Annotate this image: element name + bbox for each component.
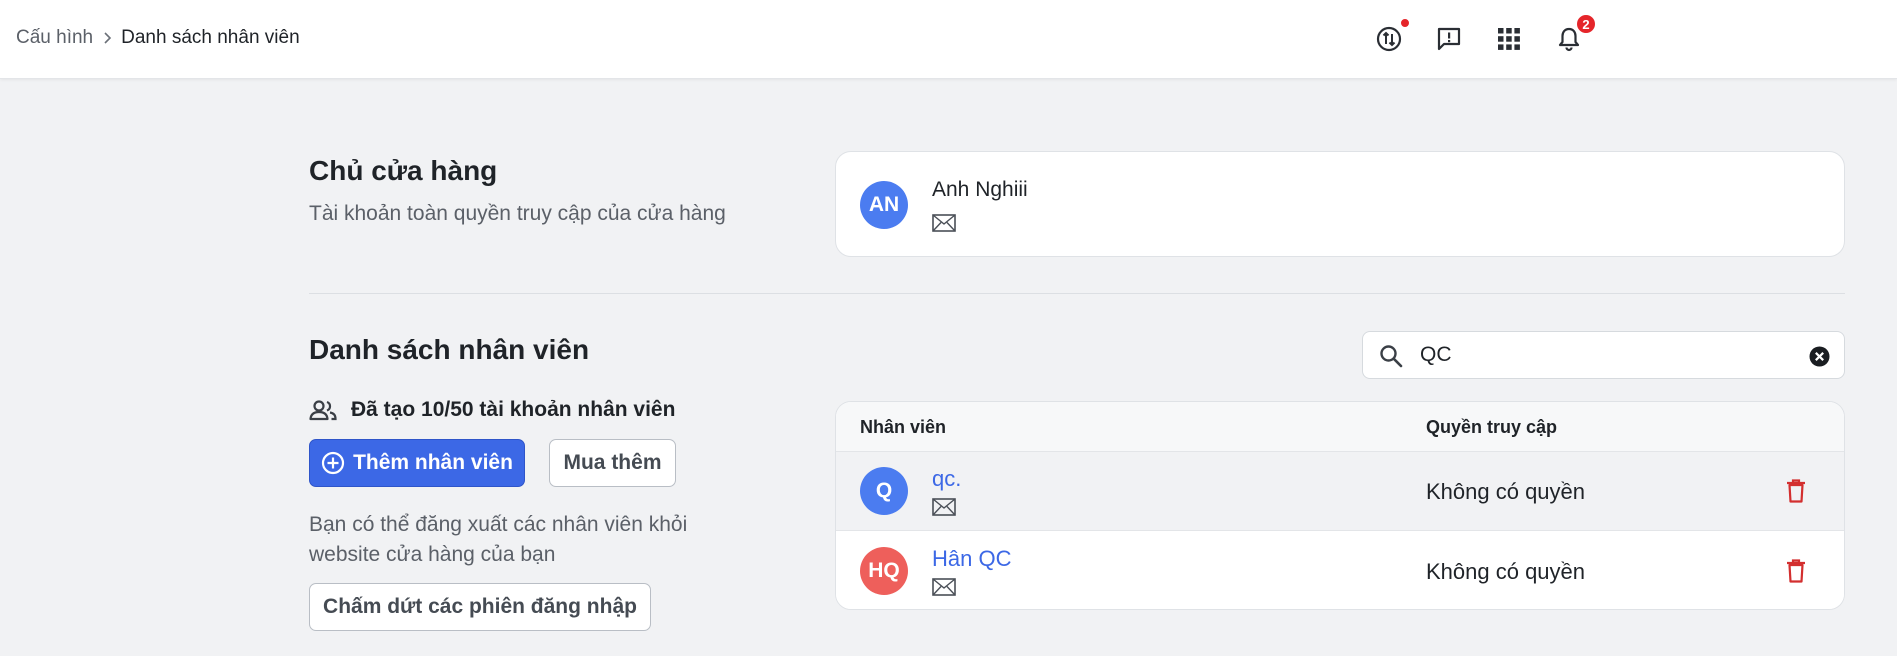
notification-count-badge: 2 — [1576, 14, 1596, 34]
people-icon — [309, 399, 337, 421]
mail-icon — [932, 498, 956, 516]
search-field — [1362, 331, 1845, 379]
access-level: Không có quyền — [1426, 559, 1586, 584]
search-input[interactable] — [1420, 340, 1780, 370]
staff-count-text: Đã tạo 10/50 tài khoản nhân viên — [351, 398, 676, 421]
avatar: HQ — [860, 547, 908, 595]
section-divider — [309, 293, 1845, 294]
buy-more-button[interactable]: Mua thêm — [549, 439, 676, 487]
breadcrumb: Cấu hình Danh sách nhân viên — [16, 27, 300, 49]
employee-name-link[interactable]: Hân QC — [932, 546, 1011, 572]
add-employee-button[interactable]: Thêm nhân viên — [309, 439, 525, 487]
employee-name-link[interactable]: qc. — [932, 466, 961, 492]
owner-card: AN Anh Nghiii — [835, 151, 1845, 257]
add-employee-label: Thêm nhân viên — [353, 451, 513, 474]
breadcrumb-parent[interactable]: Cấu hình — [16, 27, 93, 49]
sync-icon[interactable] — [1374, 18, 1410, 54]
logout-description: Bạn có thể đăng xuất các nhân viên khỏi … — [309, 513, 688, 566]
table-row[interactable]: Q qc. Không có quyền — [836, 452, 1844, 531]
clear-search-icon[interactable] — [1809, 346, 1830, 367]
terminate-sessions-button[interactable]: Chấm dứt các phiên đăng nhập — [309, 583, 651, 631]
owner-section-description: Tài khoản toàn quyền truy cập của cửa hà… — [309, 202, 726, 225]
staff-count: Đã tạo 10/50 tài khoản nhân viên — [309, 398, 675, 422]
mail-icon — [932, 578, 956, 596]
header-access: Quyền truy cập — [1426, 417, 1558, 437]
sync-alert-dot — [1400, 18, 1410, 28]
avatar: AN — [860, 181, 908, 229]
chevron-right-icon — [102, 31, 112, 45]
table-row[interactable]: HQ Hân QC Không có quyền — [836, 532, 1844, 609]
header-employee: Nhân viên — [860, 417, 947, 437]
access-level: Không có quyền — [1426, 479, 1586, 504]
plus-circle-icon — [321, 451, 345, 475]
owner-name: Anh Nghiii — [932, 178, 1028, 201]
mail-icon — [932, 214, 956, 232]
search-icon — [1379, 344, 1403, 368]
breadcrumb-current: Danh sách nhân viên — [121, 27, 300, 48]
table-header: Nhân viên Quyền truy cập — [836, 402, 1844, 452]
avatar: Q — [860, 467, 908, 515]
bell-icon[interactable]: 2 — [1554, 14, 1596, 54]
staff-section-title: Danh sách nhân viên — [309, 334, 590, 365]
owner-section-title: Chủ cửa hàng — [309, 155, 498, 186]
trash-icon[interactable] — [1786, 479, 1806, 503]
feedback-icon[interactable] — [1434, 24, 1464, 54]
trash-icon[interactable] — [1786, 559, 1806, 583]
apps-grid-icon[interactable] — [1494, 24, 1524, 54]
employee-table: Nhân viên Quyền truy cập Q qc. Không có … — [835, 401, 1845, 610]
top-bar: Cấu hình Danh sách nhân viên 2 — [0, 0, 1897, 79]
